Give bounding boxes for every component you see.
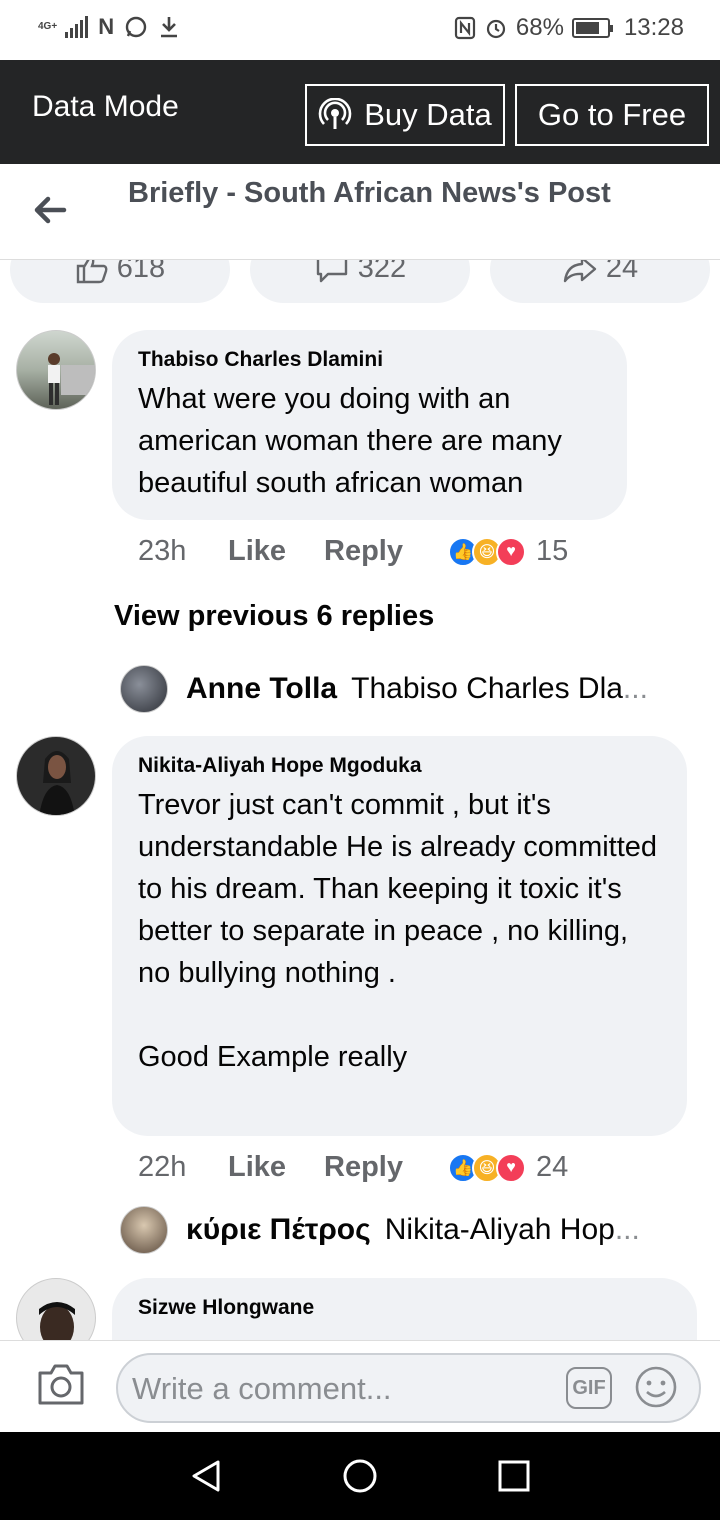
- comment-author[interactable]: Thabiso Charles Dlamini: [138, 348, 601, 372]
- home-nav-icon[interactable]: [342, 1458, 378, 1494]
- avatar[interactable]: [16, 330, 96, 410]
- reactions[interactable]: 👍 😆 ♥ 15: [448, 535, 568, 568]
- back-arrow-icon[interactable]: [30, 190, 70, 230]
- n-icon: N: [98, 14, 115, 39]
- clock: 13:28: [623, 14, 684, 41]
- reactions[interactable]: 👍 😆 ♥ 24: [448, 1151, 568, 1184]
- comment-bubble[interactable]: Thabiso Charles Dlamini What were you do…: [112, 330, 627, 520]
- comment-actions: 23h Like Reply 👍 😆 ♥ 15: [138, 535, 568, 568]
- like-button[interactable]: Like: [228, 535, 324, 568]
- whatsapp-icon: [125, 16, 147, 38]
- emoji-icon[interactable]: [632, 1363, 680, 1411]
- back-nav-icon[interactable]: [188, 1458, 224, 1494]
- comment-text: Trevor just can't commit , but it's unde…: [138, 789, 658, 1073]
- download-icon: [161, 17, 178, 38]
- camera-icon[interactable]: [36, 1361, 86, 1407]
- nfc-icon: [454, 16, 475, 40]
- reply-text: Thabiso Charles Dla: [351, 672, 623, 705]
- love-reaction-icon: ♥: [496, 1152, 526, 1183]
- broadcast-icon: [319, 98, 352, 129]
- gif-button[interactable]: GIF: [566, 1367, 612, 1409]
- reply-author: Anne Tolla: [186, 672, 338, 705]
- buy-data-button[interactable]: Buy Data: [305, 84, 505, 146]
- reply-ellipsis: ...: [622, 672, 648, 705]
- reply-author: κύριε Πέτρος: [186, 1213, 371, 1246]
- avatar: [120, 1206, 168, 1254]
- love-reaction-icon: ♥: [496, 536, 526, 567]
- battery-icon: [571, 18, 613, 38]
- avatar[interactable]: [16, 736, 96, 816]
- reply-button[interactable]: Reply: [324, 1151, 428, 1184]
- reply-preview[interactable]: Anne Tolla Thabiso Charles Dla...: [120, 665, 648, 713]
- go-to-free-button[interactable]: Go to Free: [515, 84, 709, 146]
- comment-author[interactable]: Nikita-Aliyah Hope Mgoduka: [138, 754, 661, 778]
- reactions-count: 15: [536, 535, 569, 567]
- comment-time: 22h: [138, 1151, 187, 1183]
- battery-percent: 68%: [515, 14, 564, 41]
- system-nav-bar: [0, 1432, 720, 1520]
- comment-text: What were you doing with an american wom…: [138, 383, 562, 499]
- comment-input[interactable]: Write a comment... GIF: [116, 1353, 701, 1423]
- reply-preview[interactable]: κύριε Πέτρος Nikita-Aliyah Hop...: [120, 1206, 640, 1254]
- avatar: [120, 665, 168, 713]
- like-button[interactable]: Like: [228, 1151, 324, 1184]
- comment-author[interactable]: Sizwe Hlongwane: [138, 1296, 671, 1320]
- comment-placeholder: Write a comment...: [132, 1371, 392, 1406]
- network-type: 4G+: [38, 21, 58, 32]
- view-previous-replies-link[interactable]: View previous 6 replies: [114, 600, 434, 633]
- reply-button[interactable]: Reply: [324, 535, 428, 568]
- comment-time: 23h: [138, 535, 187, 567]
- comment-bubble[interactable]: Nikita-Aliyah Hope Mgoduka Trevor just c…: [112, 736, 687, 1136]
- reply-ellipsis: ...: [614, 1213, 640, 1246]
- status-bar: 4G+ N 68% 13:28: [0, 0, 720, 60]
- signal-icon: [65, 16, 89, 38]
- buy-data-label: Buy Data: [364, 97, 492, 132]
- data-mode-bar: Data Mode Buy Data Go to Free: [0, 60, 720, 164]
- comment-actions: 22h Like Reply 👍 😆 ♥ 24: [138, 1151, 568, 1184]
- data-mode-title: Data Mode: [32, 90, 179, 123]
- reply-text: Nikita-Aliyah Hop: [384, 1213, 615, 1246]
- post-header: Briefly - South African News's Post: [0, 164, 720, 260]
- alarm-icon: [486, 19, 505, 39]
- reactions-count: 24: [536, 1151, 569, 1183]
- go-to-free-label: Go to Free: [537, 97, 687, 132]
- recents-nav-icon[interactable]: [496, 1458, 532, 1494]
- page-title: Briefly - South African News's Post: [128, 177, 611, 209]
- comment-composer: Write a comment... GIF: [0, 1340, 720, 1432]
